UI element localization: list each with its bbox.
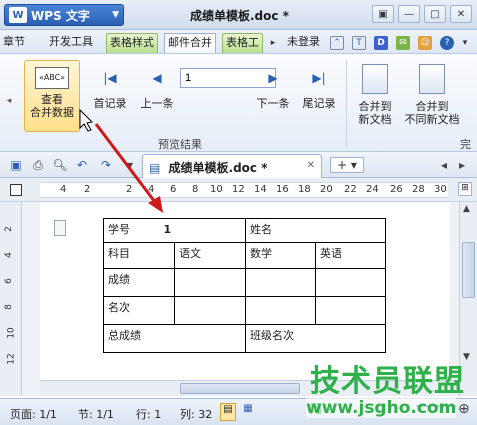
watermark-url: www.jsgho.com [306, 398, 457, 418]
status-row: 行: 1 [136, 408, 162, 421]
mouse-cursor-icon [79, 108, 94, 132]
full-screen-icon[interactable]: ▦ [240, 403, 256, 421]
page-view-icon[interactable]: ▤ [220, 403, 236, 421]
watermark-logo-text: 技术员联盟 [310, 364, 465, 399]
arrow-line [94, 123, 160, 207]
arrow-head [148, 196, 163, 213]
status-page: 页面: 1/1 [10, 408, 57, 421]
status-col: 列: 32 [180, 408, 213, 421]
status-section: 节: 1/1 [78, 408, 114, 421]
